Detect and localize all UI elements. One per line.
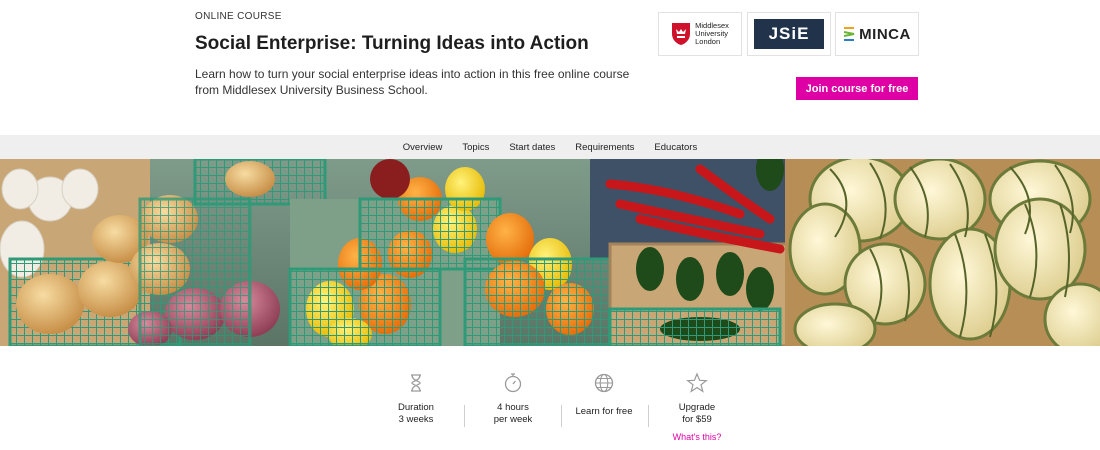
stat-hours-value: 4 hours [497, 402, 529, 413]
stat-free-label: Learn for free [575, 406, 633, 417]
stat-duration-value: 3 weeks [398, 414, 434, 425]
course-type-label: ONLINE COURSE [195, 11, 282, 22]
page-title: Social Enterprise: Turning Ideas into Ac… [195, 33, 589, 54]
course-header: ONLINE COURSE Social Enterprise: Turning… [0, 0, 1100, 135]
stat-free: Learn for free [556, 372, 652, 418]
nav-item-requirements[interactable]: Requirements [565, 142, 644, 153]
nav-item-start-dates[interactable]: Start dates [499, 142, 565, 153]
stat-hours-label: per week [493, 414, 533, 425]
minca-logo-text: MINCA [859, 25, 911, 43]
stat-upgrade-price: for $59 [682, 414, 712, 425]
course-stats: Duration 3 weeks 4 hours per week Learn … [0, 346, 1100, 450]
course-nav: Overview Topics Start dates Requirements… [0, 135, 1100, 159]
hourglass-icon [411, 374, 421, 392]
minca-mark-icon [843, 27, 855, 41]
course-description: Learn how to turn your social enterprise… [195, 67, 630, 97]
whats-this-link[interactable]: What's this? [649, 432, 745, 442]
globe-icon [594, 373, 614, 393]
jsie-logo-text: JSiE [754, 19, 824, 49]
hero-image [0, 159, 1100, 346]
stat-duration-label: Duration [398, 402, 434, 413]
logo-text-line: London [695, 37, 721, 46]
stat-upgrade: Upgrade for $59 What's this? [649, 372, 745, 442]
middlesex-university-logo[interactable]: Middlesex University London [658, 12, 742, 56]
nav-item-overview[interactable]: Overview [393, 142, 453, 153]
stat-upgrade-label: Upgrade [678, 402, 716, 413]
nav-item-topics[interactable]: Topics [452, 142, 499, 153]
star-icon [686, 372, 708, 393]
shield-icon [672, 23, 691, 45]
join-course-button[interactable]: Join course for free [796, 77, 918, 100]
stat-duration: Duration 3 weeks [368, 372, 464, 426]
jsie-logo[interactable]: JSiE [747, 12, 831, 56]
vegetable-market-illustration [0, 159, 1100, 346]
stat-hours: 4 hours per week [465, 372, 561, 426]
minca-logo[interactable]: MINCA [835, 12, 919, 56]
stopwatch-icon [504, 373, 522, 393]
nav-item-educators[interactable]: Educators [644, 142, 707, 153]
